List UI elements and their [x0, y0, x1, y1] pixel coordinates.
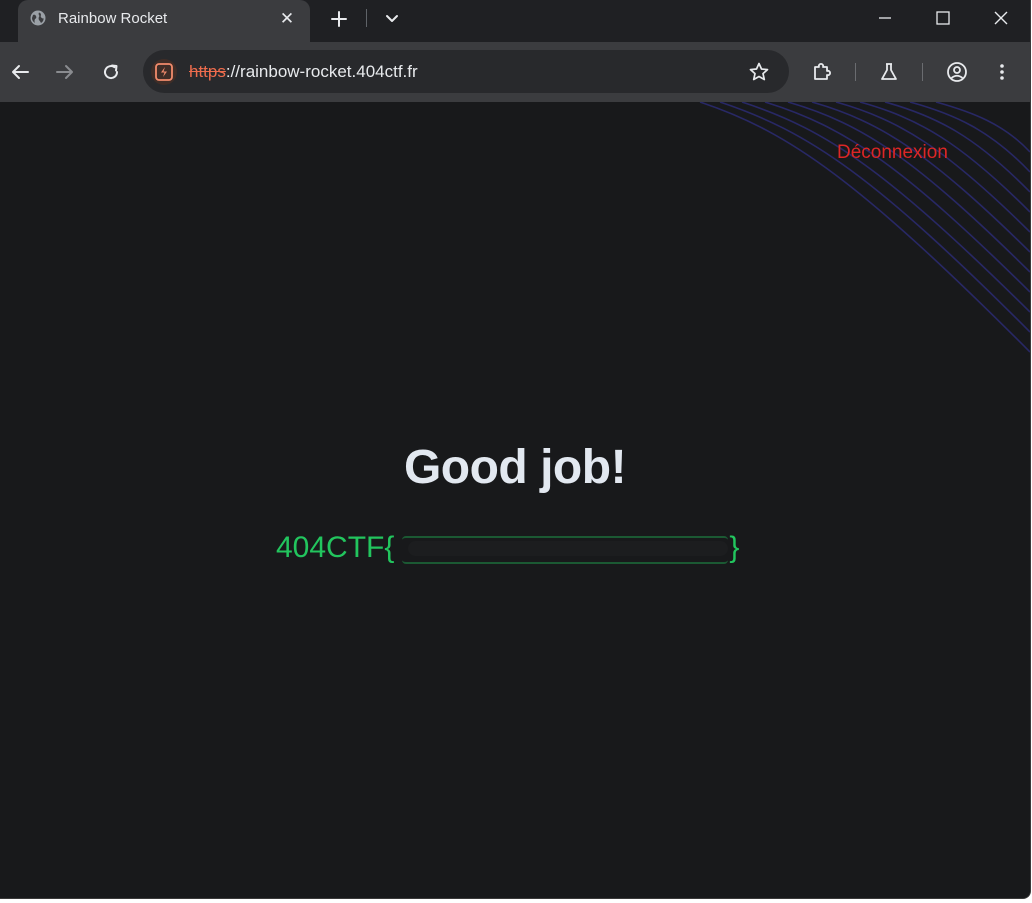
site-info-button[interactable] [151, 59, 177, 85]
maximize-icon [936, 11, 950, 25]
menu-button[interactable] [988, 58, 1016, 86]
wave-lines-decoration [699, 102, 1030, 353]
address-bar[interactable]: https://rainbow-rocket.404ctf.fr [143, 50, 789, 93]
redaction-bar [408, 541, 729, 556]
plus-icon [331, 11, 347, 27]
tab-title: Rainbow Rocket [58, 10, 168, 27]
tab-rainbow-rocket[interactable]: Rainbow Rocket ✕ [18, 0, 310, 42]
flag-open-brace: { [384, 531, 395, 564]
minimize-icon [879, 17, 891, 19]
close-tab-icon[interactable]: ✕ [276, 8, 298, 30]
close-icon [994, 11, 1008, 25]
minimize-button[interactable] [856, 0, 914, 36]
page-viewport: Déconnexion Good job! 404CTF{} [0, 102, 1030, 898]
success-heading: Good job! [403, 441, 627, 494]
tab-strip: Rainbow Rocket ✕ [0, 0, 1030, 42]
not-secure-icon [155, 63, 173, 81]
browser-window: Rainbow Rocket ✕ https://rainbow-rocket.… [0, 0, 1031, 899]
profile-button[interactable] [943, 58, 971, 86]
chevron-down-icon [386, 15, 398, 22]
account-icon [947, 62, 967, 82]
more-vertical-icon [1000, 64, 1004, 80]
url-text[interactable]: https://rainbow-rocket.404ctf.fr [189, 62, 418, 82]
reload-icon [104, 64, 119, 80]
toolbar-divider [922, 63, 923, 81]
reload-button[interactable] [97, 58, 125, 86]
tab-strip-divider [366, 9, 367, 27]
maximize-button[interactable] [914, 0, 972, 36]
arrow-left-icon [12, 65, 29, 79]
puzzle-icon [814, 63, 831, 80]
flag-redaction [394, 533, 729, 564]
flag-text: 404CTF{} [276, 530, 739, 566]
new-tab-button[interactable] [326, 6, 352, 32]
labs-button[interactable] [875, 58, 903, 86]
flag-prefix: 404CTF [276, 531, 385, 564]
url-scheme: https [189, 62, 226, 81]
toolbar-divider [855, 63, 856, 81]
forward-button[interactable] [51, 58, 79, 86]
logout-link[interactable]: Déconnexion [837, 142, 948, 164]
tab-search-button[interactable] [380, 6, 404, 30]
arrow-right-icon [56, 65, 73, 79]
url-host: ://rainbow-rocket.404ctf.fr [225, 62, 418, 81]
flask-icon [881, 63, 897, 80]
close-window-button[interactable] [972, 0, 1030, 36]
star-icon [749, 62, 769, 81]
flag-close-brace: } [729, 531, 740, 564]
extensions-button[interactable] [809, 58, 837, 86]
browser-toolbar: https://rainbow-rocket.404ctf.fr [0, 42, 1030, 102]
back-button[interactable] [6, 58, 34, 86]
globe-icon [30, 10, 46, 26]
bookmark-button[interactable] [747, 60, 771, 84]
